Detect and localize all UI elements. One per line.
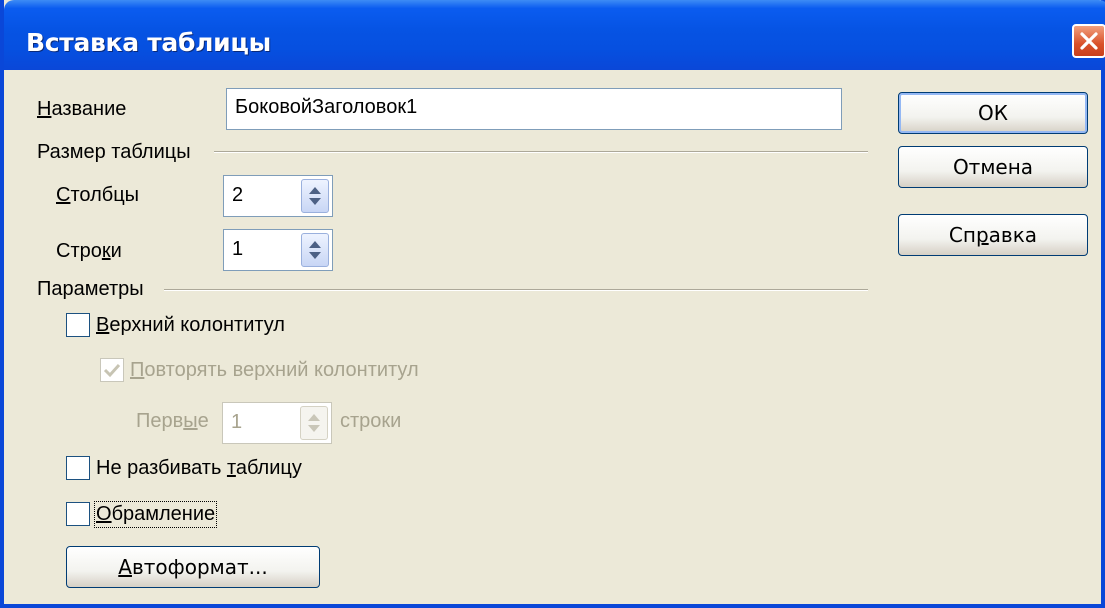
border-label: Обрамление: [93, 501, 218, 528]
header-checkbox-label: Верхний колонтитул: [96, 314, 285, 336]
name-input[interactable]: БоковойЗаголовок1: [226, 88, 842, 130]
no-split-label: Не разбивать таблицу: [96, 457, 302, 479]
checkmark-icon: [103, 363, 121, 378]
rows-spinner[interactable]: 1: [223, 229, 333, 271]
dialog-title: Вставка таблицы: [26, 28, 271, 57]
rows-label: Строки: [56, 240, 122, 262]
size-section-heading: Размер таблицы: [37, 141, 191, 163]
ok-button[interactable]: ОК: [898, 92, 1088, 134]
spin-up-down-icon: [308, 414, 320, 432]
repeat-header-checkbox[interactable]: [100, 358, 124, 382]
columns-value: 2: [232, 184, 244, 206]
cancel-button[interactable]: Отмена: [898, 146, 1088, 188]
first-rows-value: 1: [231, 411, 243, 433]
spin-up-down-icon: [309, 241, 321, 259]
columns-spinner[interactable]: 2: [223, 175, 333, 217]
name-input-value: БоковойЗаголовок1: [235, 96, 418, 118]
border-checkbox[interactable]: [66, 502, 90, 526]
columns-spin-arrows[interactable]: [301, 179, 329, 213]
first-rows-spin-arrows[interactable]: [300, 406, 328, 440]
name-label: Название: [37, 98, 127, 120]
close-icon: [1080, 32, 1098, 50]
insert-table-dialog: Вставка таблицы Название БоковойЗаголово…: [0, 0, 1105, 608]
help-button[interactable]: Справка: [898, 214, 1088, 256]
first-rows-spinner[interactable]: 1: [222, 402, 332, 444]
title-bar[interactable]: Вставка таблицы: [4, 0, 1105, 70]
rows-value: 1: [232, 238, 244, 260]
params-section-divider: [164, 289, 868, 291]
size-section-divider: [214, 151, 868, 153]
columns-label: Столбцы: [56, 184, 140, 206]
close-button[interactable]: [1072, 24, 1105, 58]
no-split-checkbox[interactable]: [66, 456, 90, 480]
first-rows-suffix: строки: [340, 410, 402, 432]
first-rows-prefix: Первые: [136, 410, 209, 432]
rows-spin-arrows[interactable]: [301, 233, 329, 267]
params-section-heading: Параметры: [37, 278, 144, 300]
autoformat-button[interactable]: Автоформат...: [66, 546, 320, 588]
header-checkbox[interactable]: [66, 313, 90, 337]
spin-up-down-icon: [309, 187, 321, 205]
repeat-header-label: Повторять верхний колонтитул: [130, 359, 419, 381]
